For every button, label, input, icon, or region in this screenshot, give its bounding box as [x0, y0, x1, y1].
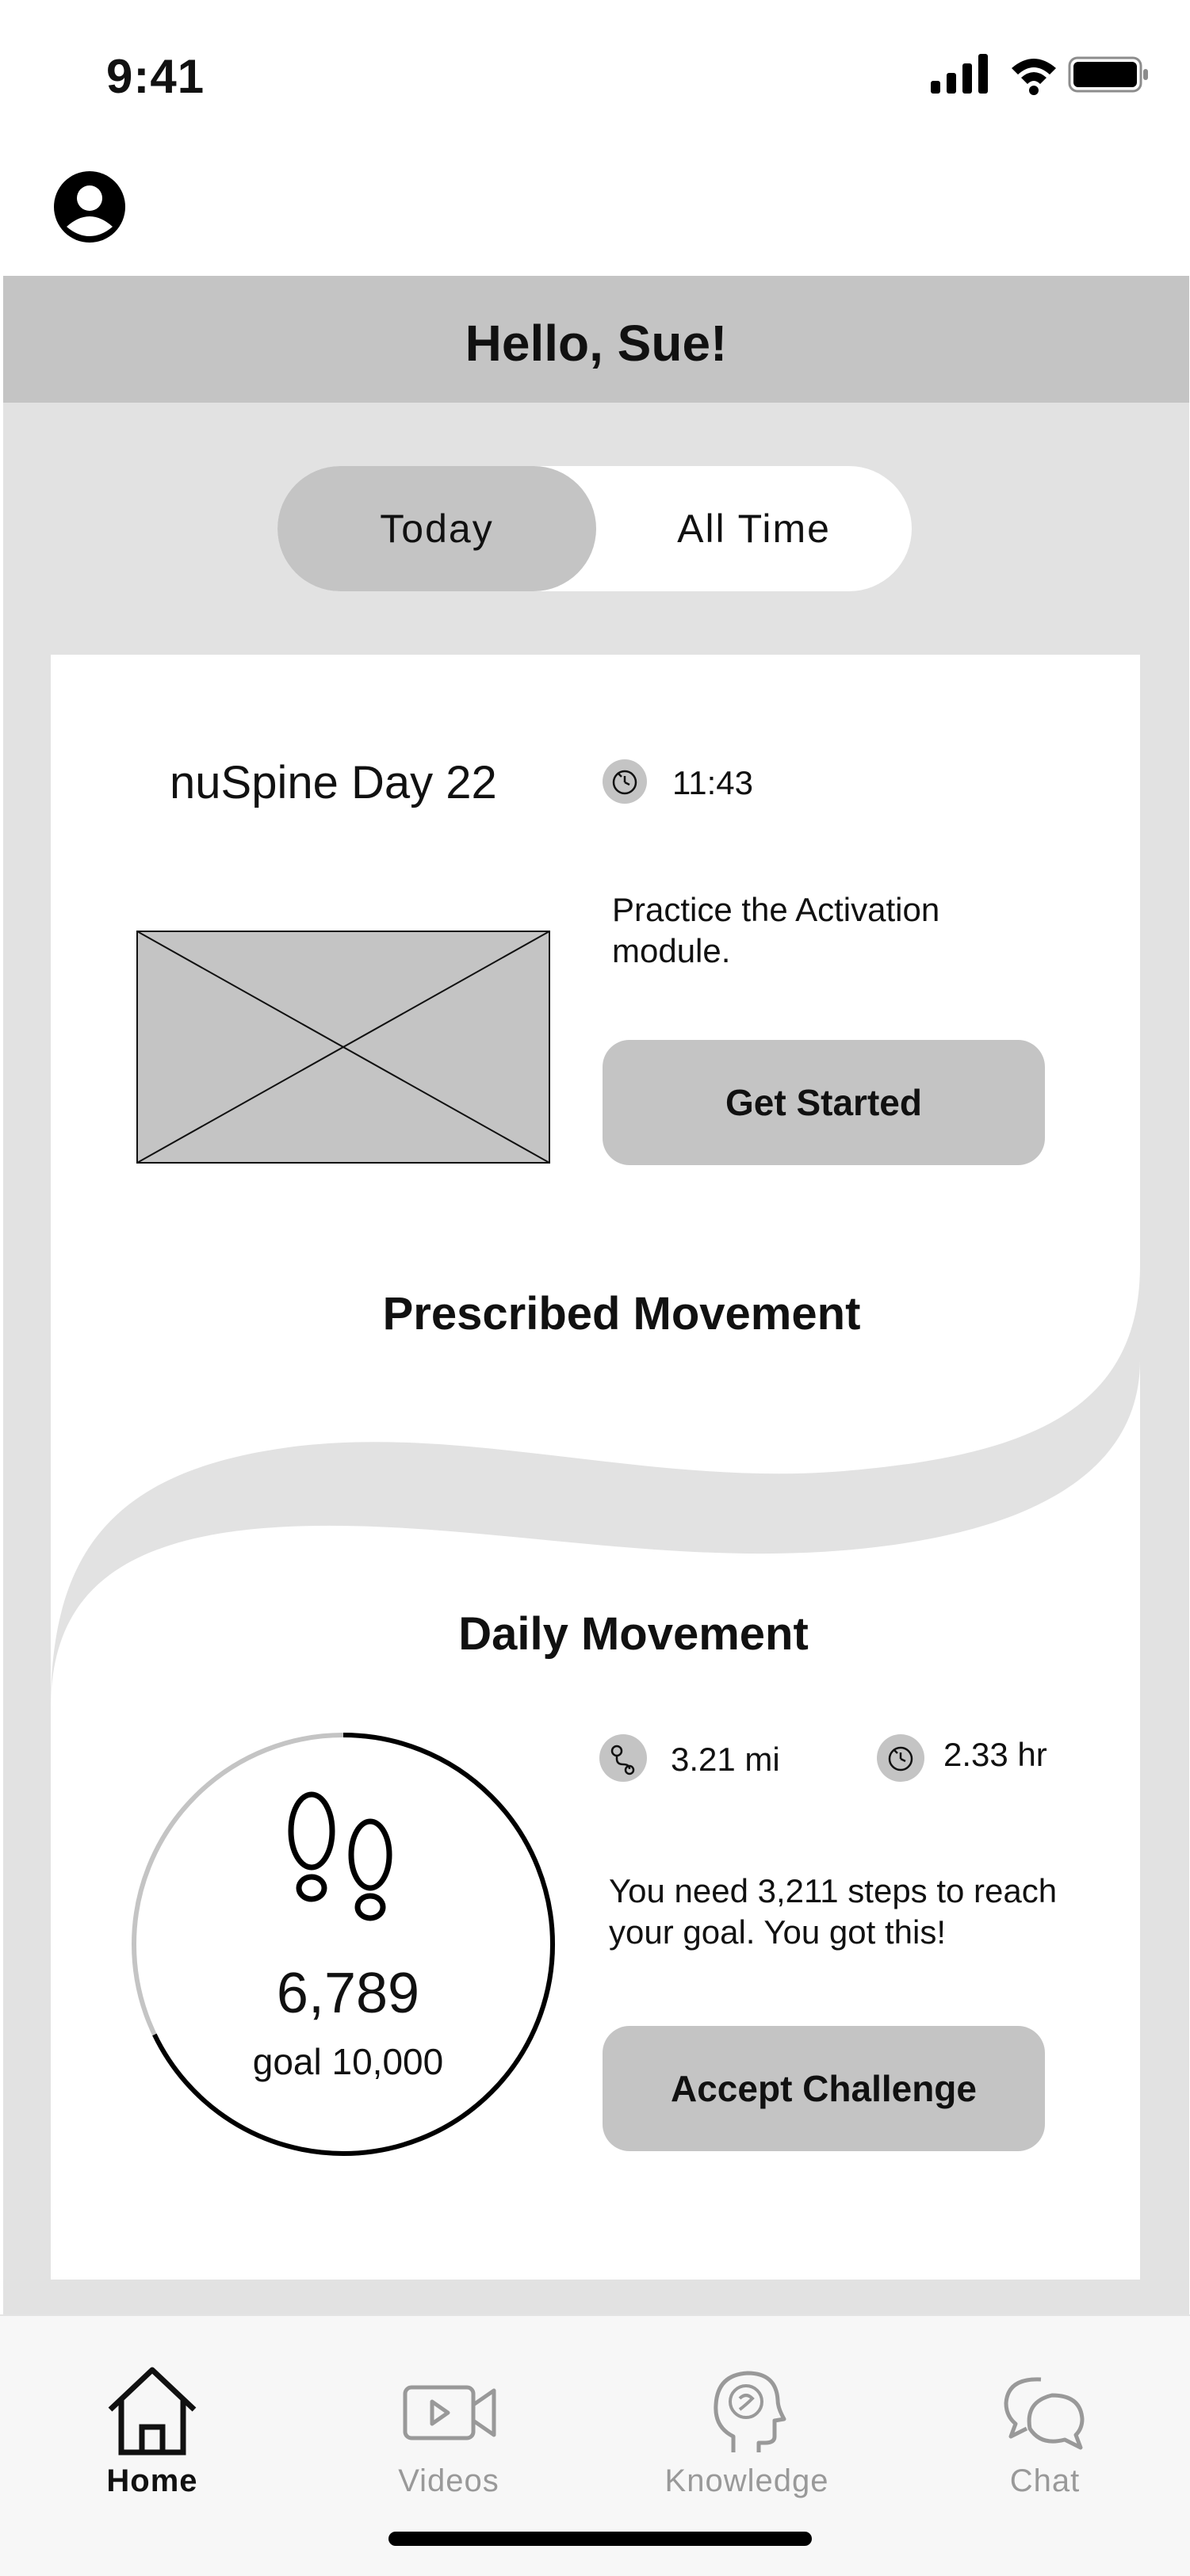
tab-today[interactable]: Today: [277, 466, 596, 591]
step-count: 6,789: [276, 1962, 420, 2025]
tab-videos[interactable]: Videos: [346, 2364, 552, 2499]
steps-progress-ring: [132, 1733, 555, 2156]
brain-head-icon: [714, 2371, 786, 2452]
timer-icon: [877, 1734, 924, 1782]
accept-challenge-button[interactable]: Accept Challenge: [603, 2026, 1045, 2151]
tab-knowledge-label: Knowledge: [664, 2463, 829, 2498]
dashboard-card: nuSpine Day 22 11:43 Practice the Activa…: [51, 655, 1140, 2280]
footprints-icon: [288, 1791, 392, 1921]
tab-all-time[interactable]: All Time: [596, 466, 912, 591]
video-camera-icon: [403, 2385, 496, 2440]
greeting-text: Hello, Sue!: [465, 315, 728, 372]
time-range-segmented-control: Today All Time: [277, 466, 912, 591]
distance-value: 3.21 mi: [671, 1741, 780, 1778]
home-indicator: [388, 2532, 812, 2546]
status-time: 9:41: [106, 50, 205, 103]
get-started-button[interactable]: Get Started: [603, 1040, 1045, 1165]
daily-movement-title: Daily Movement: [458, 1608, 809, 1660]
step-goal: goal 10,000: [252, 2041, 444, 2082]
program-title: nuSpine Day 22: [170, 757, 497, 808]
tab-chat-label: Chat: [1009, 2463, 1081, 2498]
tab-home[interactable]: Home: [49, 2364, 255, 2499]
status-icons: [931, 54, 1148, 95]
profile-avatar-icon[interactable]: [52, 170, 127, 244]
tab-chat[interactable]: Chat: [942, 2364, 1148, 2499]
signal-icon: [931, 54, 988, 94]
prescribed-movement-title: Prescribed Movement: [382, 1288, 861, 1340]
steps-message: You need 3,211 steps to reach your goal.…: [609, 1872, 1058, 1951]
wifi-icon: [1012, 59, 1056, 95]
tab-knowledge[interactable]: Knowledge: [644, 2364, 850, 2499]
program-description: Practice the Activation module.: [612, 891, 940, 969]
route-distance-icon: [599, 1734, 647, 1782]
greeting-header: Hello, Sue!: [3, 276, 1189, 403]
active-time-value: 2.33 hr: [943, 1736, 1047, 1773]
tab-videos-label: Videos: [398, 2463, 499, 2498]
timer-icon: [603, 759, 647, 804]
home-icon: [108, 2367, 197, 2456]
program-duration: 11:43: [672, 764, 753, 801]
chat-bubbles-icon: [1004, 2377, 1085, 2450]
video-thumbnail-placeholder[interactable]: [136, 931, 550, 1164]
battery-icon: [1068, 56, 1148, 93]
tab-home-label: Home: [106, 2463, 198, 2498]
content-area: Today All Time nuSpine Day 22 11:43 Prac…: [3, 403, 1189, 2314]
